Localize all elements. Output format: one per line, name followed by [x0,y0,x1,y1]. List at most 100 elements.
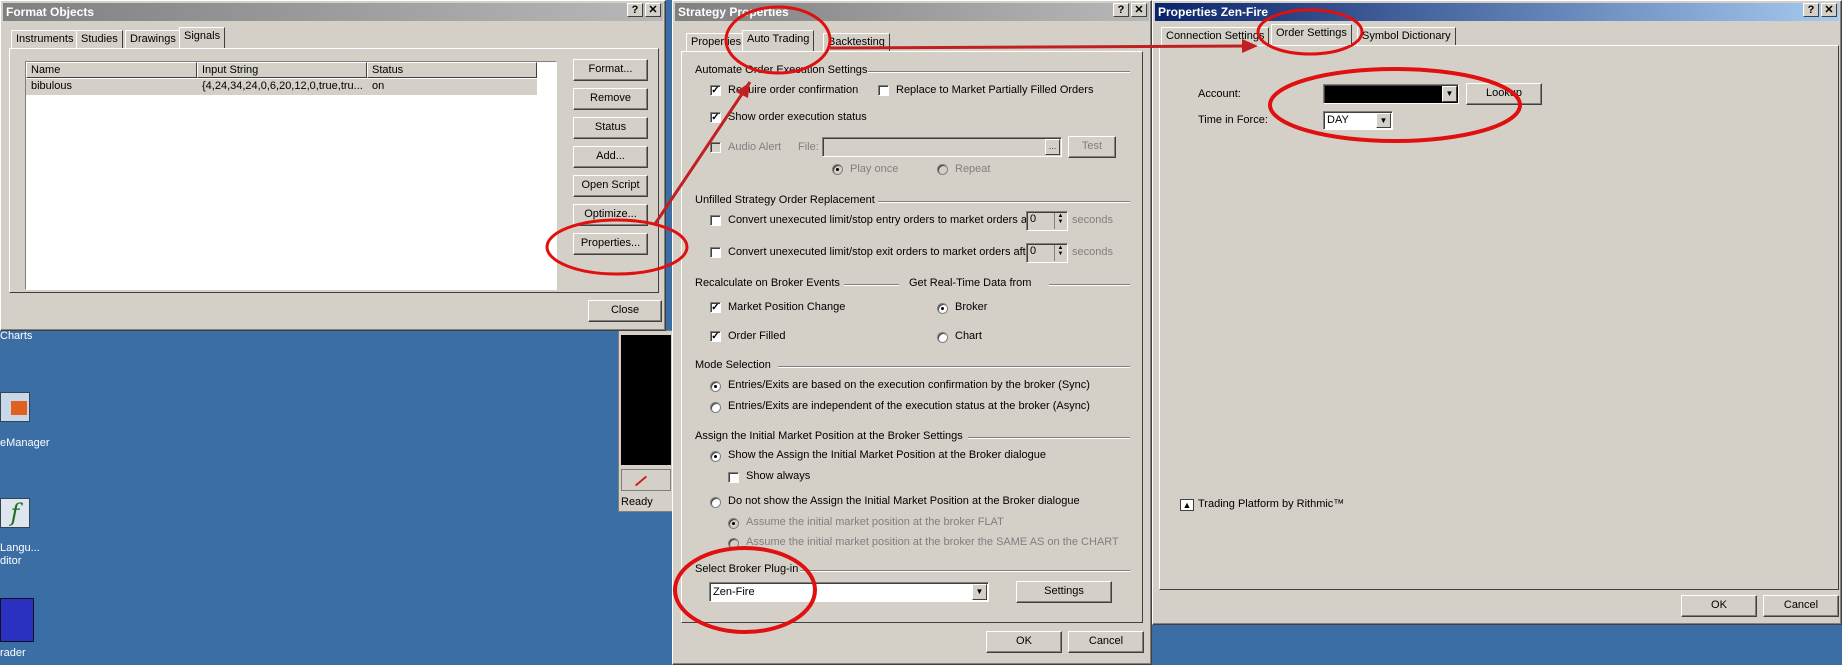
window-title-text: Format Objects [6,5,95,19]
tab-signals[interactable]: Signals [179,27,226,48]
spinner-arrows-icon[interactable]: ▲ ▼ [1054,213,1066,229]
tab-connection-settings[interactable]: Connection Settings [1161,27,1270,45]
tab-studies[interactable]: Studies [76,30,123,48]
tab-properties[interactable]: Properties [686,33,747,51]
convert-exit-spinner[interactable]: 0 ▲ ▼ [1026,243,1068,263]
chevron-down-icon[interactable]: ▼ [972,584,987,600]
header-text: Name [31,64,61,76]
desktop-icon-label: Charts [0,330,33,342]
desktop-icon-label: Langu... [0,542,40,554]
broker-radio[interactable] [937,303,948,314]
replace-market-checkbox[interactable] [878,85,889,96]
show-status-checkbox[interactable]: ✓ [710,112,721,123]
open-script-button[interactable]: Open Script [573,175,648,197]
broker-plugin-select[interactable]: Zen-Fire ▼ [709,582,989,602]
file-input[interactable]: … [822,137,1062,157]
order-filled-label: Order Filled [728,330,786,342]
convert-entry-spinner[interactable]: 0 ▲ ▼ [1026,211,1068,231]
tab-symbol-dictionary[interactable]: Symbol Dictionary [1357,27,1456,45]
properties-button[interactable]: Properties... [573,233,648,255]
sync-radio[interactable] [710,381,721,392]
section-heading: Automate Order Execution Settings [695,64,868,76]
remove-button[interactable]: Remove [573,88,648,110]
auto-trading-panel: Automate Order Execution Settings ✓ Requ… [681,51,1143,623]
chart-canvas [621,335,671,465]
help-button[interactable]: ? [1803,3,1819,17]
chevron-down-icon[interactable]: ▼ [1376,113,1391,128]
column-header-status[interactable]: Status [367,62,537,78]
ok-button[interactable]: OK [1681,595,1757,617]
expand-icon[interactable]: ▲ [1180,499,1194,511]
tab-instruments[interactable]: Instruments [11,30,79,48]
desktop-icon-label: ditor [0,555,22,567]
drawing-toolbar[interactable] [621,469,671,491]
repeat-radio[interactable] [937,164,948,175]
format-button[interactable]: Format... [573,59,648,81]
audio-alert-checkbox[interactable] [710,142,721,153]
show-assign-label: Show the Assign the Initial Market Posit… [728,449,1046,461]
show-status-label: Show order execution status [728,111,867,123]
time-in-force-select[interactable]: DAY ▼ [1323,111,1393,130]
divider [1049,284,1130,286]
trader-app-icon[interactable] [0,598,34,642]
close-icon[interactable]: ✕ [1821,3,1837,17]
account-select[interactable]: ▼ [1323,84,1459,104]
column-header-input[interactable]: Input String [197,62,367,78]
broker-plugin-value: Zen-Fire [713,586,755,598]
no-show-radio[interactable] [710,497,721,508]
signals-panel: Name Input String Status bibulous {4,24,… [9,48,659,293]
window-title-text: Properties Zen-Fire [1158,5,1269,19]
table-row[interactable]: bibulous {4,24,34,24,0,6,20,12,0,true,tr… [26,79,537,95]
help-button[interactable]: ? [627,3,643,17]
line-tool-icon[interactable] [634,475,648,487]
tab-backtesting[interactable]: Backtesting [823,33,890,51]
section-heading: Assign the Initial Market Position at th… [695,430,963,442]
optimize-button[interactable]: Optimize... [573,204,648,226]
tab-drawings[interactable]: Drawings [125,30,181,48]
divider [868,71,1130,73]
strategy-properties-window: Strategy Properties ? ✕ Properties Auto … [672,0,1152,665]
async-radio[interactable] [710,402,721,413]
close-icon[interactable]: ✕ [1131,3,1147,17]
ok-button[interactable]: OK [986,631,1062,653]
convert-exit-label: Convert unexecuted limit/stop exit order… [728,246,1036,258]
account-label: Account: [1198,88,1241,100]
show-assign-radio[interactable] [710,451,721,462]
same-label: Assume the initial market position at th… [746,536,1119,548]
column-header-name[interactable]: Name [26,62,197,78]
tab-order-settings[interactable]: Order Settings [1271,24,1352,45]
status-button[interactable]: Status [573,117,648,139]
help-button[interactable]: ? [1113,3,1129,17]
divider [844,284,899,286]
play-once-radio[interactable] [832,164,843,175]
cancel-button[interactable]: Cancel [1763,595,1839,617]
market-position-change-checkbox[interactable]: ✓ [710,302,721,313]
repeat-label: Repeat [955,163,991,175]
same-radio[interactable] [728,538,739,549]
manager-app-icon[interactable] [0,392,30,422]
show-always-checkbox[interactable] [728,472,739,483]
add-button[interactable]: Add... [573,146,648,168]
order-settings-panel: Account: ▼ Lookup Time in Force: DAY ▼ ▲… [1159,45,1839,590]
browse-icon[interactable]: … [1045,139,1060,155]
test-button[interactable]: Test [1068,136,1116,158]
convert-exit-checkbox[interactable] [710,247,721,258]
chevron-down-icon[interactable]: ▼ [1442,86,1457,102]
spinner-arrows-icon[interactable]: ▲ ▼ [1054,245,1066,261]
close-button[interactable]: Close [588,300,662,322]
desktop-icon-label: eManager [0,437,50,449]
close-icon[interactable]: ✕ [645,3,661,17]
lookup-button[interactable]: Lookup [1466,83,1542,105]
convert-entry-label: Convert unexecuted limit/stop entry orde… [728,214,1043,226]
tab-auto-trading[interactable]: Auto Trading [742,30,815,51]
require-confirmation-checkbox[interactable]: ✓ [710,85,721,96]
window-title: Format Objects [3,3,663,21]
signals-list[interactable]: Name Input String Status bibulous {4,24,… [25,61,557,290]
order-filled-checkbox[interactable]: ✓ [710,331,721,342]
settings-button[interactable]: Settings [1016,581,1112,603]
chart-radio[interactable] [937,332,948,343]
language-editor-icon[interactable]: f [0,498,30,528]
cancel-button[interactable]: Cancel [1068,631,1144,653]
convert-entry-checkbox[interactable] [710,215,721,226]
flat-radio[interactable] [728,518,739,529]
